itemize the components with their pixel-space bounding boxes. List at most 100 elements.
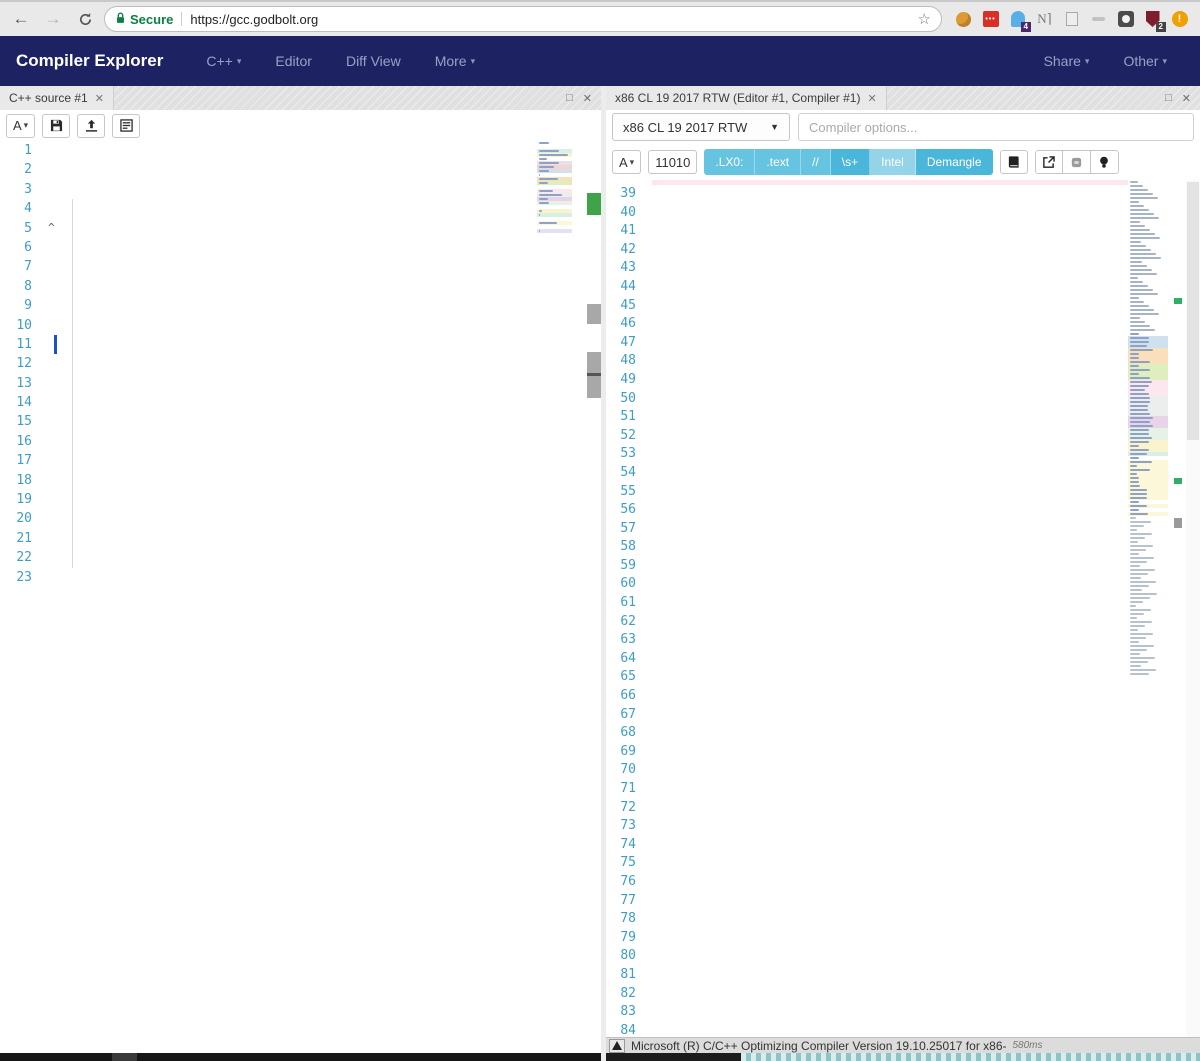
filter-button-lx0[interactable]: .LX0: — [704, 149, 755, 175]
compiler-tab[interactable]: x86 CL 19 2017 RTW (Editor #1, Compiler … — [606, 86, 887, 110]
compiler-select[interactable]: x86 CL 19 2017 RTW ▼ — [612, 113, 790, 141]
scrollbar-handle[interactable] — [606, 1053, 741, 1061]
navbar-item-c[interactable]: C++▾ — [189, 53, 258, 69]
back-icon[interactable]: ← — [10, 8, 32, 30]
navbar-item-share[interactable]: Share▾ — [1027, 53, 1107, 69]
asm-code-line[interactable]: 76 — [606, 873, 1200, 892]
scrollbar-handle[interactable] — [1187, 182, 1199, 440]
asm-code-line[interactable]: 64 — [606, 650, 1200, 669]
compiler-options-input[interactable] — [798, 113, 1194, 141]
source-code-line[interactable]: 4 — [0, 199, 601, 218]
dash-extension-icon[interactable] — [1089, 10, 1108, 29]
alert-extension-icon[interactable]: ! — [1170, 10, 1189, 29]
source-code-line[interactable]: 17 — [0, 451, 601, 470]
source-code-line[interactable]: 19 — [0, 490, 601, 509]
source-code-line[interactable]: 16 — [0, 432, 601, 451]
asm-code-line[interactable]: 40 — [606, 204, 1200, 223]
source-code-line[interactable]: 11 — [0, 335, 601, 354]
navbar-item-diffview[interactable]: Diff View — [329, 53, 418, 69]
open-external-button[interactable] — [1035, 150, 1063, 174]
asm-code-line[interactable]: 39 — [606, 185, 1200, 204]
lastpass-extension-icon[interactable]: ••• — [981, 10, 1000, 29]
asm-code-line[interactable]: 69 — [606, 743, 1200, 762]
asm-code-line[interactable]: 47 — [606, 334, 1200, 353]
maximize-icon[interactable]: □ — [566, 92, 573, 105]
url-text[interactable]: https://gcc.godbolt.org — [190, 12, 318, 27]
source-code-line[interactable]: 23 — [0, 568, 601, 587]
filter-button-intel[interactable]: Intel — [870, 149, 916, 175]
asm-code-line[interactable]: 73 — [606, 817, 1200, 836]
asm-code-line[interactable]: 53 — [606, 445, 1200, 464]
navbar-item-editor[interactable]: Editor — [258, 53, 329, 69]
asm-code-line[interactable]: 63 — [606, 631, 1200, 650]
compiler-tab-close-icon[interactable]: ✕ — [867, 92, 876, 105]
source-code-line[interactable]: 22 — [0, 548, 601, 567]
source-code-line[interactable]: 13 — [0, 374, 601, 393]
asm-code-line[interactable]: 61 — [606, 594, 1200, 613]
source-tab-close-icon[interactable]: ✕ — [95, 92, 104, 105]
format-button[interactable] — [1063, 150, 1091, 174]
bookmark-star-icon[interactable]: ☆ — [918, 10, 931, 28]
asm-code-line[interactable]: 42 — [606, 241, 1200, 260]
asm-code-line[interactable]: 84 — [606, 1022, 1200, 1037]
ghostery-extension-icon[interactable]: 4 — [1008, 10, 1027, 29]
optimization-bulb-button[interactable] — [1091, 150, 1119, 174]
shield-extension-icon[interactable]: 2 — [1143, 10, 1162, 29]
source-code-line[interactable]: 3 — [0, 180, 601, 199]
binary-toggle-button[interactable]: 11010 — [648, 150, 697, 174]
maximize-icon[interactable]: □ — [1165, 92, 1172, 105]
asm-code-line[interactable]: 68 — [606, 724, 1200, 743]
source-editor[interactable]: 1234567891011121314151617181920212223 ^ — [0, 141, 601, 1053]
forward-icon[interactable]: → — [42, 8, 64, 30]
asm-code-line[interactable]: 59 — [606, 557, 1200, 576]
source-code-line[interactable]: 5 — [0, 219, 601, 238]
scrollbar-handle[interactable] — [112, 1053, 137, 1061]
save-button[interactable] — [42, 114, 70, 138]
asm-code-line[interactable]: 82 — [606, 985, 1200, 1004]
asm-code-line[interactable]: 43 — [606, 259, 1200, 278]
template-button[interactable] — [112, 114, 140, 138]
font-size-button[interactable]: A▾ — [6, 114, 35, 138]
source-tab[interactable]: C++ source #1 ✕ — [0, 86, 114, 110]
asm-code-line[interactable]: 54 — [606, 464, 1200, 483]
source-code-line[interactable]: 2 — [0, 160, 601, 179]
asm-code-line[interactable]: 78 — [606, 910, 1200, 929]
asm-code-line[interactable]: 44 — [606, 278, 1200, 297]
source-overview-ruler[interactable] — [587, 141, 601, 1053]
close-pane-icon[interactable]: ✕ — [1182, 92, 1191, 105]
source-code-line[interactable]: 14 — [0, 393, 601, 412]
asm-code-line[interactable]: 72 — [606, 799, 1200, 818]
assembly-horizontal-scrollbar[interactable] — [606, 1053, 1200, 1061]
asm-code-line[interactable]: 51 — [606, 408, 1200, 427]
fold-caret-icon[interactable]: ^ — [48, 221, 55, 234]
asm-code-line[interactable]: 77 — [606, 892, 1200, 911]
asm-code-line[interactable]: 81 — [606, 966, 1200, 985]
asm-code-line[interactable]: 75 — [606, 854, 1200, 873]
asm-code-line[interactable]: 55 — [606, 483, 1200, 502]
source-code-line[interactable]: 21 — [0, 529, 601, 548]
address-bar[interactable]: Secure https://gcc.godbolt.org ☆ — [104, 6, 942, 32]
asm-code-line[interactable]: 49 — [606, 371, 1200, 390]
filter-button-demangle[interactable]: Demangle — [916, 149, 993, 175]
reload-icon[interactable] — [74, 8, 96, 30]
source-code-line[interactable]: 8 — [0, 277, 601, 296]
asm-code-line[interactable]: 60 — [606, 575, 1200, 594]
asm-code-line[interactable]: 57 — [606, 520, 1200, 539]
clipper-extension-icon[interactable] — [1062, 10, 1081, 29]
asm-code-line[interactable]: 67 — [606, 706, 1200, 725]
assembly-editor[interactable]: 3940414243444546474849505152535455565758… — [606, 180, 1200, 1037]
assembly-vertical-scrollbar[interactable] — [1186, 180, 1200, 1037]
source-code-line[interactable]: 1 — [0, 141, 601, 160]
font-size-button[interactable]: A▾ — [612, 150, 641, 174]
asm-code-line[interactable]: 83 — [606, 1003, 1200, 1022]
asm-code-line[interactable]: 48 — [606, 352, 1200, 371]
asm-code-line[interactable]: 46 — [606, 315, 1200, 334]
asm-code-line[interactable]: 50 — [606, 390, 1200, 409]
close-pane-icon[interactable]: ✕ — [583, 92, 592, 105]
source-code-line[interactable]: 18 — [0, 471, 601, 490]
upload-button[interactable] — [77, 114, 105, 138]
source-code-line[interactable]: 9 — [0, 296, 601, 315]
source-minimap[interactable] — [537, 141, 572, 1053]
warning-icon[interactable] — [609, 1039, 625, 1053]
source-code-line[interactable]: 10 — [0, 316, 601, 335]
